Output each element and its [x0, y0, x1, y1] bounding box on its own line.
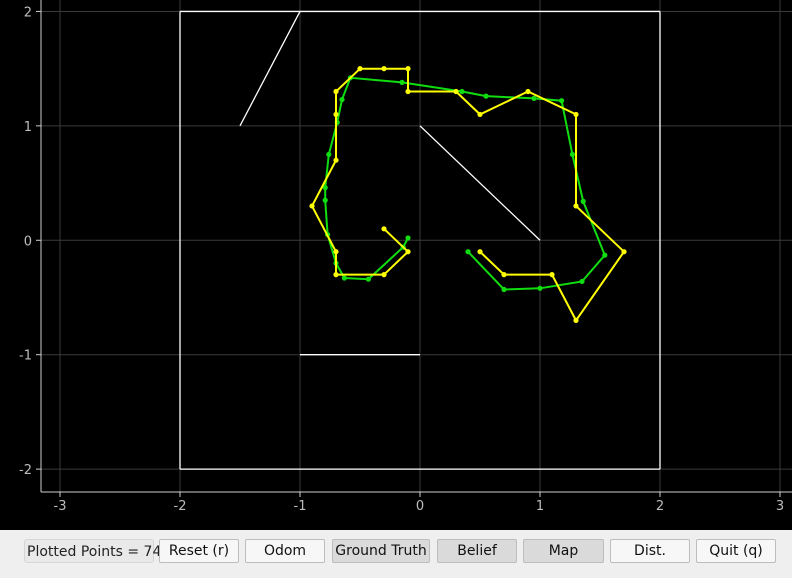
- ground-truth-point: [579, 278, 585, 285]
- belief-point: [453, 88, 459, 95]
- ground-truth-point: [465, 249, 471, 255]
- plot-area[interactable]: -3 -2 -1 0 1 2 3 -2 -1 0 1 2: [0, 0, 792, 530]
- ground-truth-point: [501, 286, 507, 293]
- belief-point: [477, 111, 483, 118]
- belief-point: [573, 111, 579, 118]
- belief-point: [357, 66, 363, 72]
- belief-point: [501, 272, 507, 278]
- belief-point: [405, 66, 411, 72]
- belief-point: [405, 88, 411, 95]
- ground-truth-line: [324, 76, 606, 291]
- y-tick-label: 1: [24, 120, 32, 135]
- belief-point: [381, 226, 387, 232]
- map-wall-segment: [419, 125, 541, 241]
- belief-point: [333, 249, 339, 255]
- ground-truth-point: [483, 93, 489, 99]
- ground-truth-point: [339, 96, 345, 103]
- x-tick-label: 2: [656, 499, 664, 514]
- belief-point: [573, 317, 579, 323]
- ground-truth-point: [405, 235, 411, 241]
- trajectory-plot[interactable]: -3 -2 -1 0 1 2 3 -2 -1 0 1 2: [0, 0, 792, 530]
- plotted-points-label: Plotted Points: [27, 544, 123, 560]
- ground-truth-point: [602, 252, 608, 258]
- ground-truth-point: [365, 276, 371, 282]
- belief-point: [333, 157, 339, 163]
- dist-button[interactable]: Dist.: [610, 539, 690, 563]
- map-button[interactable]: Map: [523, 539, 604, 563]
- belief-point: [477, 249, 483, 255]
- odom-button[interactable]: Odom: [245, 539, 325, 563]
- belief-series: [309, 66, 627, 323]
- y-tick-label: 2: [24, 5, 32, 20]
- trajectory-series: [309, 66, 627, 323]
- y-tick-label: -1: [19, 349, 32, 364]
- map-wall-segment: [239, 11, 301, 127]
- ground-truth-button[interactable]: Ground Truth: [332, 539, 430, 563]
- reset-button[interactable]: Reset (r): [159, 539, 239, 563]
- ground-truth-point: [580, 198, 586, 204]
- x-tick-label: 0: [416, 499, 424, 514]
- x-tick-label: -3: [54, 499, 67, 514]
- belief-button[interactable]: Belief: [437, 539, 517, 563]
- grid-lines: [41, 0, 792, 492]
- ground-truth-point: [399, 79, 405, 85]
- ground-truth-series: [322, 75, 608, 293]
- x-tick-label: 1: [536, 499, 544, 514]
- belief-point: [549, 272, 555, 278]
- plotted-points-status: Plotted Points = 74: [24, 539, 161, 563]
- ground-truth-point: [559, 98, 565, 104]
- y-tick-label: -2: [19, 463, 32, 478]
- ground-truth-point: [326, 151, 332, 158]
- ground-truth-point: [322, 197, 328, 203]
- belief-point: [333, 272, 339, 278]
- axes: -3 -2 -1 0 1 2 3 -2 -1 0 1 2: [19, 0, 792, 514]
- belief-point: [381, 66, 387, 72]
- belief-point: [405, 249, 411, 255]
- ground-truth-point: [537, 285, 543, 291]
- belief-point: [333, 111, 339, 118]
- ground-truth-point: [569, 151, 576, 158]
- x-tick-label: -2: [174, 499, 187, 514]
- ground-truth-point: [341, 275, 347, 281]
- y-tick-label: 0: [24, 234, 32, 249]
- belief-point: [309, 203, 315, 209]
- belief-point: [573, 203, 579, 209]
- belief-point: [381, 272, 387, 278]
- belief-point: [333, 88, 339, 95]
- ground-truth-point: [531, 95, 537, 101]
- x-tick-label: -1: [294, 499, 307, 514]
- ground-truth-point: [459, 88, 465, 95]
- x-tick-label: 3: [776, 499, 784, 514]
- belief-point: [525, 88, 531, 95]
- quit-button[interactable]: Quit (q): [696, 539, 776, 563]
- belief-point: [621, 249, 627, 255]
